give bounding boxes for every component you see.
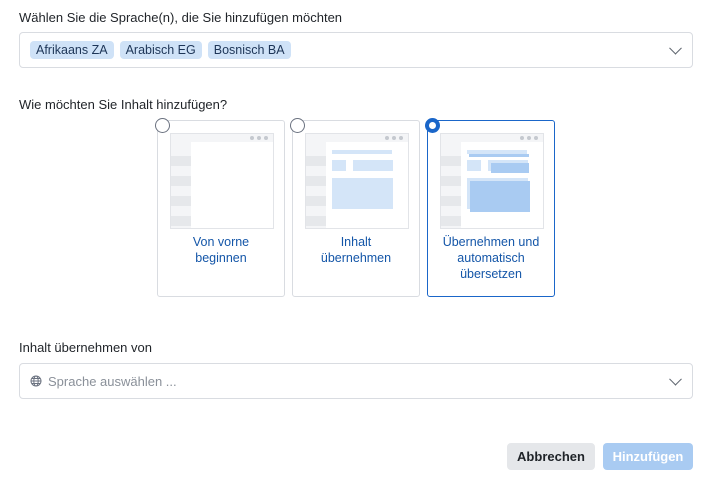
option-start-fresh[interactable]: Von vorne beginnen [155,118,285,297]
radio-copy-content[interactable] [290,118,305,133]
globe-icon [30,375,42,387]
add-button[interactable]: Hinzufügen [603,443,693,470]
source-label: Inhalt übernehmen von [19,340,152,355]
radio-copy-translate[interactable] [425,118,440,133]
cancel-button[interactable]: Abbrechen [507,443,595,470]
radio-start-fresh[interactable] [155,118,170,133]
languages-label: Wählen Sie die Sprache(n), die Sie hinzu… [19,10,343,25]
blank-page-illustration [170,133,274,229]
chevron-down-icon[interactable] [669,41,682,55]
option-label: Übernehmen und automatisch übersetzen [442,235,540,281]
option-label: Inhalt übernehmen [320,235,392,265]
language-tag[interactable]: Bosnisch BA [207,41,291,59]
content-question: Wie möchten Sie Inhalt hinzufügen? [19,97,228,112]
option-label: Von vorne beginnen [192,235,250,265]
language-tag[interactable]: Arabisch EG [119,41,202,59]
source-language-placeholder: Sprache auswählen ... [48,373,177,389]
chevron-down-icon[interactable] [669,372,682,386]
option-copy-translate[interactable]: Übernehmen und automatisch übersetzen [425,118,555,297]
translated-page-illustration [440,133,544,229]
language-multiselect[interactable]: Afrikaans ZA Arabisch EG Bosnisch BA [19,32,693,68]
source-language-select[interactable]: Sprache auswählen ... [19,363,693,399]
copied-page-illustration [305,133,409,229]
language-tag[interactable]: Afrikaans ZA [30,41,114,59]
option-copy-content[interactable]: Inhalt übernehmen [290,118,420,297]
